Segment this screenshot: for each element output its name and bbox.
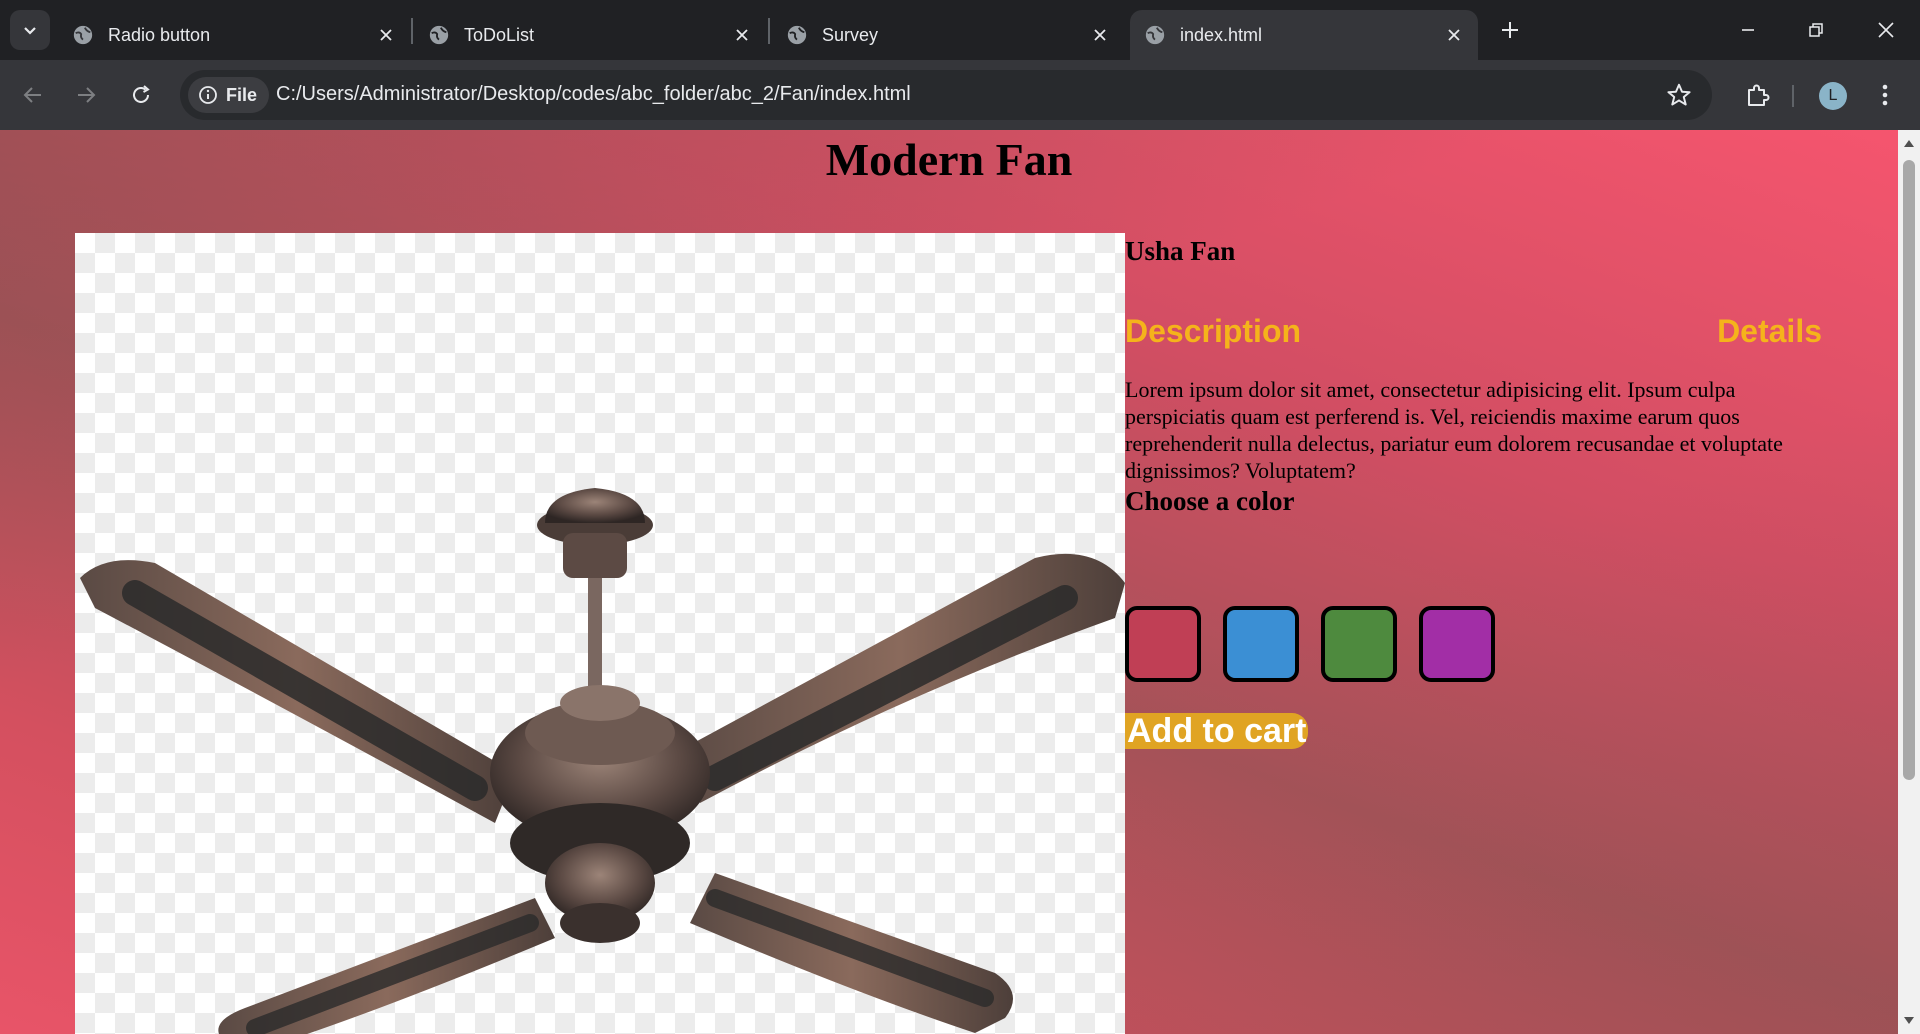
tab-index-html[interactable]: index.html [1130,10,1478,60]
minimize-icon [1742,29,1754,31]
page-viewport: Modern Fan Usha Fan Description Details … [0,130,1898,1034]
menu-button[interactable] [1870,75,1900,115]
info-icon [199,86,217,104]
tab-todolist[interactable]: ToDoList [414,10,766,60]
back-button[interactable] [13,75,53,115]
scroll-up-icon[interactable] [1903,138,1915,148]
arrow-left-icon [23,87,41,103]
tab-description[interactable]: Description [1125,313,1301,350]
browser-toolbar: File C:/Users/Administrator/Desktop/code… [0,60,1920,130]
globe-icon [73,25,93,45]
restore-icon [1809,23,1823,37]
tab-title: Survey [822,24,879,45]
extensions-button[interactable] [1738,75,1778,115]
tab-divider [411,18,413,44]
site-chip-label: File [226,84,258,105]
tab-survey[interactable]: Survey [772,10,1124,60]
color-swatch-blue[interactable] [1223,606,1299,682]
color-swatches [1125,606,1495,682]
color-swatch-green[interactable] [1321,606,1397,682]
toolbar-divider [1792,85,1794,107]
page-title: Modern Fan [825,134,1073,185]
restore-button[interactable] [1794,8,1838,52]
scroll-down-icon[interactable] [1903,1016,1915,1026]
ceiling-fan-image [80,488,1125,1034]
globe-icon [787,25,807,45]
close-icon[interactable] [728,21,756,49]
globe-icon [429,25,449,45]
plus-icon [1502,22,1518,38]
tab-title: Radio button [108,24,211,45]
forward-button[interactable] [66,75,106,115]
add-to-cart-button[interactable]: Add to cart [1125,713,1309,749]
color-swatch-purple[interactable] [1419,606,1495,682]
more-vertical-icon [1882,84,1888,106]
site-info-chip[interactable]: File [188,77,270,113]
close-icon[interactable] [1086,21,1114,49]
close-window-button[interactable] [1864,8,1908,52]
url-text[interactable]: C:/Users/Administrator/Desktop/codes/abc… [276,83,911,106]
close-icon [1878,22,1894,38]
globe-icon [1145,25,1165,45]
close-icon[interactable] [372,21,400,49]
tab-radio-button[interactable]: Radio button [58,10,410,60]
choose-color-label: Choose a color [1125,486,1295,516]
product-name: Usha Fan [1125,236,1236,266]
address-bar[interactable]: File C:/Users/Administrator/Desktop/code… [180,70,1712,120]
color-swatch-red[interactable] [1125,606,1201,682]
minimize-button[interactable] [1726,8,1770,52]
product-description: Lorem ipsum dolor sit amet, consectetur … [1125,377,1783,483]
page-scrollbar[interactable] [1898,130,1920,1034]
chevron-down-icon [24,27,36,35]
reload-button[interactable] [121,75,161,115]
avatar[interactable]: L [1819,82,1847,110]
close-icon[interactable] [1440,21,1468,49]
tab-title: index.html [1180,24,1263,45]
new-tab-button[interactable] [1494,14,1526,46]
tab-divider [768,18,770,44]
scroll-thumb[interactable] [1903,160,1915,780]
reload-icon [133,85,150,103]
arrow-right-icon [78,87,96,103]
tab-title: ToDoList [464,24,535,45]
star-icon[interactable] [1666,82,1692,108]
puzzle-icon [1748,84,1770,106]
tab-strip: Radio button ToDoList Survey index.html [0,0,1920,60]
product-image [75,233,1125,1034]
tab-details[interactable]: Details [1717,313,1822,350]
tab-search-button[interactable] [10,10,50,50]
